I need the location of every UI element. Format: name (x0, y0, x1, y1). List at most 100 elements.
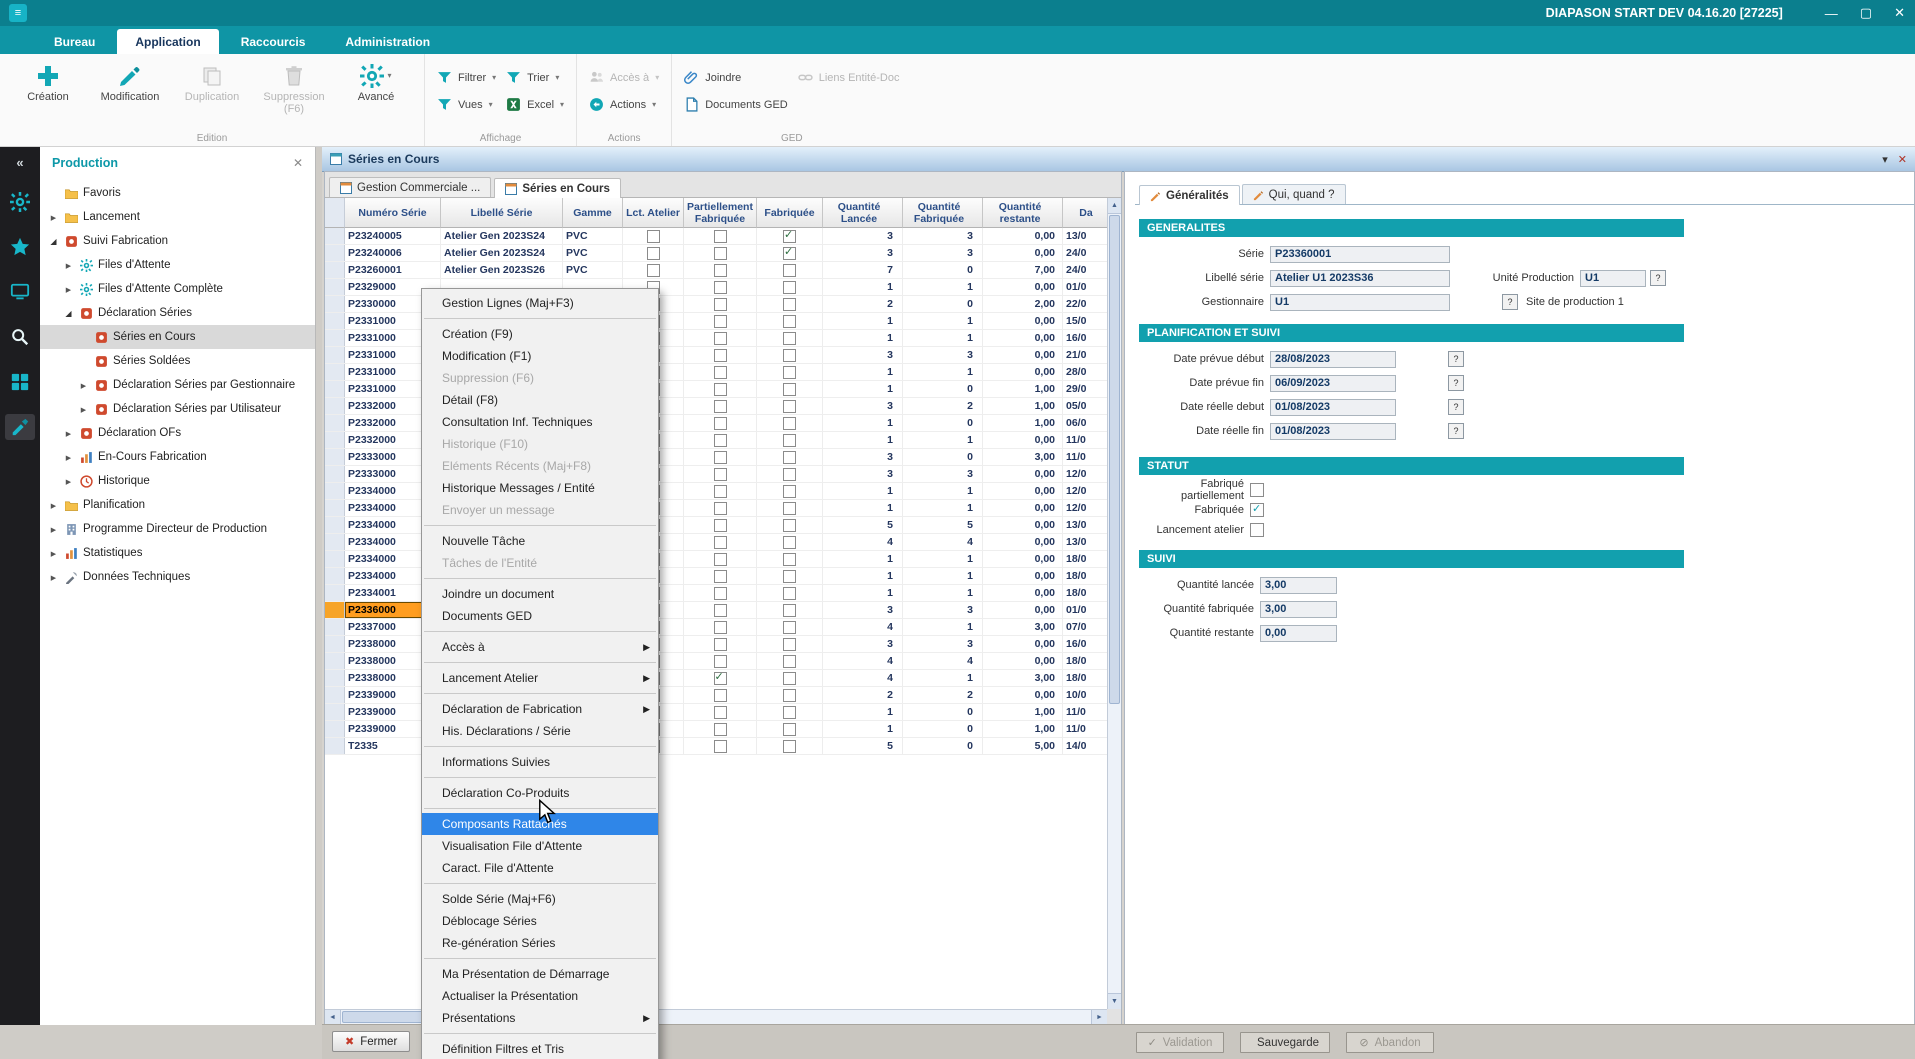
row-gutter[interactable] (325, 551, 345, 567)
menu-item[interactable]: Définition Filtres et Tris ▶ (422, 1038, 658, 1059)
menu-tab[interactable]: Raccourcis (223, 29, 324, 54)
help-button[interactable]: ? (1448, 423, 1464, 439)
row-gutter[interactable] (325, 245, 345, 261)
menu-item[interactable]: Joindre un document ▶ (422, 583, 658, 605)
tree-expand-icon[interactable] (63, 427, 74, 439)
date-field[interactable]: 06/09/2023 (1270, 375, 1396, 392)
tree-expand-icon[interactable] (63, 259, 74, 271)
menu-item[interactable]: Documents GED ▶ (422, 605, 658, 627)
tree-item[interactable]: Lancement (40, 205, 315, 229)
menu-item[interactable]: ▶ (424, 662, 656, 663)
tree-expand-icon[interactable] (48, 571, 59, 583)
settings-module-button[interactable] (5, 189, 35, 215)
menu-tab[interactable]: Administration (327, 29, 448, 54)
row-gutter[interactable] (325, 330, 345, 346)
tree-item[interactable]: Files d'Attente Complète (40, 277, 315, 301)
row-gutter[interactable] (325, 228, 345, 244)
vues-button[interactable]: Vues▾ (437, 97, 496, 112)
tree-item[interactable]: Suivi Fabrication (40, 229, 315, 253)
tree-expand-icon[interactable] (78, 379, 89, 391)
row-gutter[interactable] (325, 313, 345, 329)
menu-item[interactable]: ▶ (424, 525, 656, 526)
menu-item[interactable]: ▶ (424, 318, 656, 319)
duplication-button[interactable]: Duplication (176, 60, 248, 107)
quantite-field[interactable]: 3,00 (1260, 601, 1337, 618)
table-row[interactable]: P23240006 Atelier Gen 2023S24 PVC 3 3 0,… (325, 245, 1107, 262)
row-gutter[interactable] (325, 296, 345, 312)
row-gutter[interactable] (325, 585, 345, 601)
date-field[interactable]: 28/08/2023 (1270, 351, 1396, 368)
row-gutter[interactable] (325, 466, 345, 482)
vertical-scroll-thumb[interactable] (1109, 215, 1120, 704)
modules-grid-button[interactable] (5, 369, 35, 395)
row-gutter[interactable] (325, 602, 345, 618)
gestionnaire-field[interactable]: U1 (1270, 294, 1450, 311)
menu-item[interactable]: Nouvelle Tâche ▶ (422, 530, 658, 552)
tree-expand-icon[interactable] (78, 403, 89, 415)
serie-field[interactable]: P23360001 (1270, 246, 1450, 263)
menu-item[interactable]: Historique Messages / Entité ▶ (422, 477, 658, 499)
menu-item[interactable]: Actualiser la Présentation ▶ (422, 985, 658, 1007)
creation-button[interactable]: Création (12, 60, 84, 107)
menu-item[interactable]: His. Déclarations / Série ▶ (422, 720, 658, 742)
sidebar-close-icon[interactable]: ✕ (293, 156, 303, 170)
tree-item[interactable]: Programme Directeur de Production (40, 517, 315, 541)
row-gutter[interactable] (325, 534, 345, 550)
table-row[interactable]: P23240005 Atelier Gen 2023S24 PVC 3 3 0,… (325, 228, 1107, 245)
menu-item[interactable]: Présentations ▶ (422, 1007, 658, 1029)
grid-header-numero-serie[interactable]: Numéro Série (345, 198, 441, 228)
menu-item[interactable]: ▶ (424, 1033, 656, 1034)
row-gutter[interactable] (325, 483, 345, 499)
menu-item[interactable]: ▶ (424, 746, 656, 747)
tree-item[interactable]: Déclaration OFs (40, 421, 315, 445)
menu-item[interactable]: Accès à ▶ (422, 636, 658, 658)
help-button[interactable]: ? (1448, 375, 1464, 391)
footer-button[interactable]: ✓ Validation (1136, 1032, 1224, 1053)
row-gutter[interactable] (325, 738, 345, 754)
menu-item[interactable]: Suppression (F6) ▶ (422, 367, 658, 389)
row-gutter[interactable] (325, 415, 345, 431)
grid-header-libelle-serie[interactable]: Libellé Série (441, 198, 563, 228)
grid-header-partiellement-fabriquee[interactable]: Partiellement Fabriquée (684, 198, 757, 228)
help-button[interactable]: ? (1448, 351, 1464, 367)
liens-entite-doc-button[interactable]: Liens Entité-Doc (798, 70, 900, 85)
scroll-right-icon[interactable]: ► (1091, 1010, 1107, 1024)
tree-expand-icon[interactable] (48, 523, 59, 535)
menu-item[interactable]: Consultation Inf. Techniques ▶ (422, 411, 658, 433)
unite-production-field[interactable]: U1 (1580, 270, 1646, 287)
menu-item[interactable]: Déclaration de Fabrication ▶ (422, 698, 658, 720)
help-button[interactable]: ? (1650, 270, 1666, 286)
tree-item[interactable]: Séries Soldées (40, 349, 315, 373)
grid-header-quantite-fabriquee[interactable]: Quantité Fabriquée (903, 198, 983, 228)
row-gutter[interactable] (325, 398, 345, 414)
documents-ged-button[interactable]: Documents GED (684, 97, 788, 112)
tree-item[interactable]: Favoris (40, 181, 315, 205)
tree-item[interactable]: Données Techniques (40, 565, 315, 589)
menu-item[interactable]: Solde Série (Maj+F6) ▶ (422, 888, 658, 910)
modification-button[interactable]: Modification (94, 60, 166, 107)
tree-item[interactable]: Déclaration Séries par Gestionnaire (40, 373, 315, 397)
row-gutter[interactable] (325, 262, 345, 278)
menu-item[interactable]: Tâches de l'Entité ▶ (422, 552, 658, 574)
desktop-module-button[interactable] (5, 279, 35, 305)
details-tab[interactable]: Généralités (1139, 185, 1240, 205)
acces-a-button[interactable]: Accès à▾ (589, 70, 659, 85)
menu-item[interactable]: Gestion Lignes (Maj+F3) ▶ (422, 292, 658, 314)
footer-button[interactable]: Sauvegarde (1240, 1032, 1330, 1053)
close-button[interactable]: ✕ (1894, 5, 1905, 21)
date-field[interactable]: 01/08/2023 (1270, 399, 1396, 416)
tree-expand-icon[interactable] (63, 475, 74, 487)
details-tab[interactable]: Qui, quand ? (1242, 184, 1346, 204)
production-module-button[interactable] (5, 414, 35, 440)
scroll-down-icon[interactable]: ▼ (1108, 993, 1121, 1009)
checkbox-icon[interactable] (1250, 483, 1264, 497)
tree-expand-icon[interactable] (63, 451, 74, 463)
row-gutter[interactable] (325, 500, 345, 516)
menu-item[interactable]: Détail (F8) ▶ (422, 389, 658, 411)
filtrer-button[interactable]: Filtrer▾ (437, 70, 496, 85)
help-button[interactable]: ? (1448, 399, 1464, 415)
tree-expand-icon[interactable] (63, 283, 74, 295)
row-gutter[interactable] (325, 721, 345, 737)
checkbox-icon[interactable] (1250, 523, 1264, 537)
menu-item[interactable]: ▶ (424, 631, 656, 632)
